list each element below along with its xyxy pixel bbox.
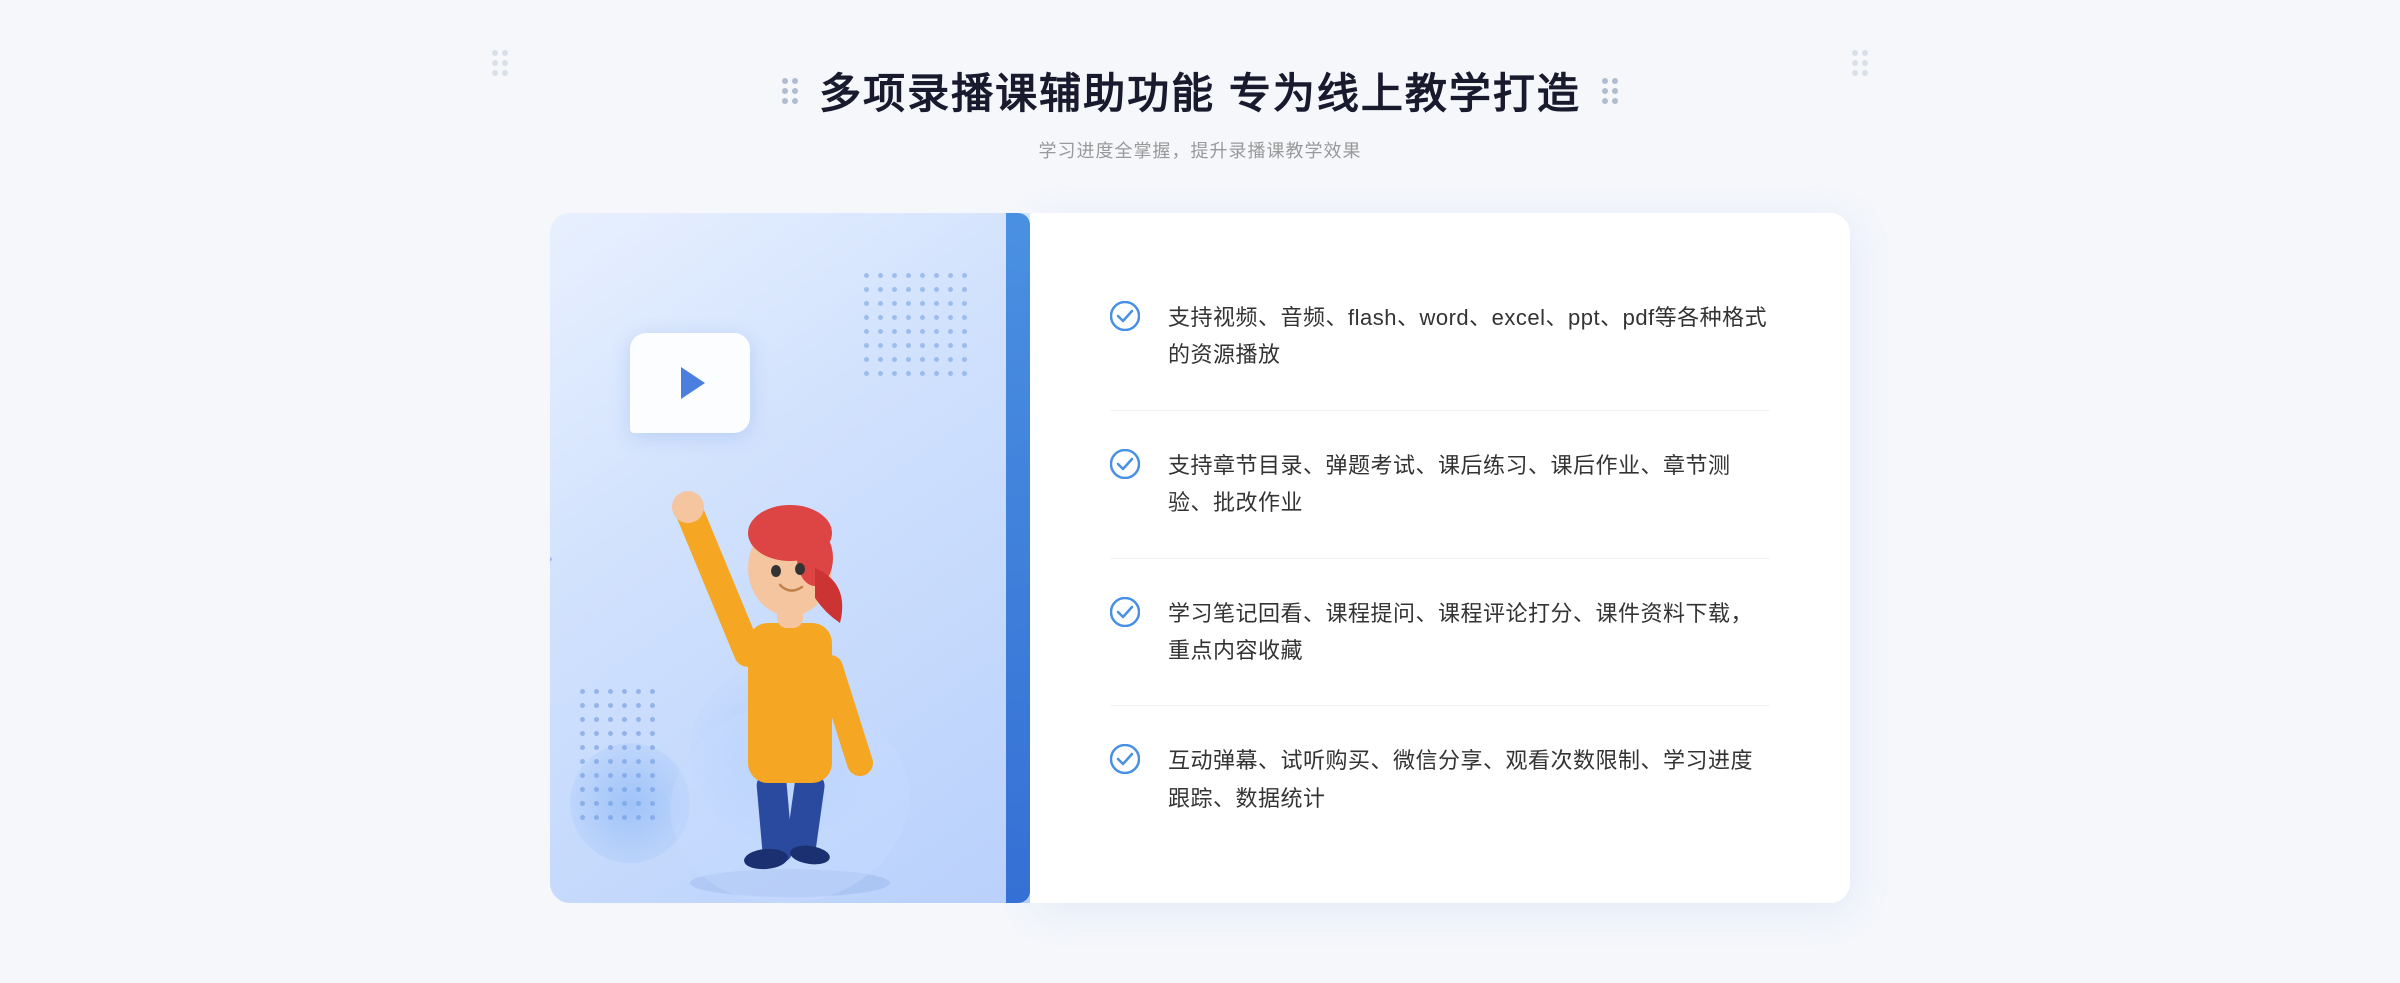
check-icon-2: [1110, 449, 1140, 479]
check-icon-4: [1110, 744, 1140, 774]
header-section: 多项录播课辅助功能 专为线上教学打造 学习进度全掌握，提升录播课教学效果: [781, 60, 1619, 163]
feature-item-2: 支持章节目录、弹题考试、课后练习、课后作业、章节测验、批改作业: [1110, 411, 1770, 559]
title-decorator-right: [1601, 77, 1619, 105]
check-icon-3: [1110, 597, 1140, 627]
feature-item-4: 互动弹幕、试听购买、微信分享、观看次数限制、学习进度跟踪、数据统计: [1110, 706, 1770, 853]
main-title: 多项录播课辅助功能 专为线上教学打造: [781, 60, 1619, 121]
illustration-dots-grid: [864, 273, 970, 379]
feature-text-2: 支持章节目录、弹题考试、课后练习、课后作业、章节测验、批改作业: [1168, 447, 1770, 522]
feature-item-3: 学习笔记回看、课程提问、课程评论打分、课件资料下载，重点内容收藏: [1110, 559, 1770, 707]
illustration-panel: »»: [550, 213, 1030, 903]
blue-accent-bar: [1006, 213, 1030, 903]
page-wrapper: 多项录播课辅助功能 专为线上教学打造 学习进度全掌握，提升录播课教学效果: [0, 0, 2400, 983]
feature-item-1: 支持视频、音频、flash、word、excel、ppt、pdf等各种格式的资源…: [1110, 263, 1770, 411]
feature-text-1: 支持视频、音频、flash、word、excel、ppt、pdf等各种格式的资源…: [1168, 299, 1770, 374]
title-dots-left: [490, 48, 550, 108]
subtitle: 学习进度全掌握，提升录播课教学效果: [781, 137, 1619, 163]
features-panel: 支持视频、音频、flash、word、excel、ppt、pdf等各种格式的资源…: [1030, 213, 1850, 903]
title-decorator-left: [781, 77, 799, 105]
check-icon-1: [1110, 301, 1140, 331]
person-illustration: [630, 383, 950, 903]
feature-text-3: 学习笔记回看、课程提问、课程评论打分、课件资料下载，重点内容收藏: [1168, 595, 1770, 670]
title-dots-right: [1850, 48, 1910, 108]
feature-text-4: 互动弹幕、试听购买、微信分享、观看次数限制、学习进度跟踪、数据统计: [1168, 742, 1770, 817]
content-area: »» 支持视频、音频、flash、word、excel、ppt、pdf等各种格式…: [550, 213, 1850, 903]
